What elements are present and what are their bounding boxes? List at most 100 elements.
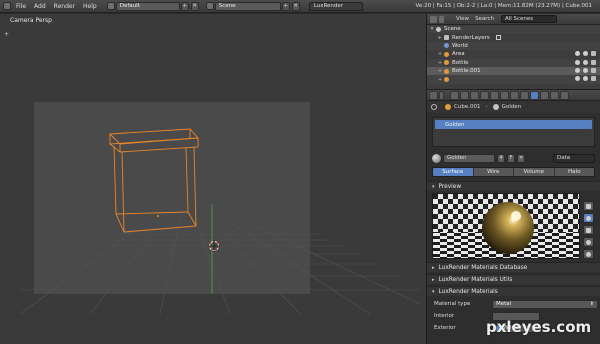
scene-stats: Ve:20 | Fa:15 | Ob:2-2 | La:0 | Mem:11.8… [415,3,592,9]
exterior-label: Exterior [434,325,456,331]
tab-wire[interactable]: Wire [473,168,514,176]
scene-icon[interactable] [205,2,214,10]
outliner-row-partial[interactable]: + [427,75,600,84]
materials-panel-header[interactable]: ▾ LuxRender Materials [427,286,600,296]
preview-panel-title: Preview [438,183,462,190]
preview-cube-icon[interactable] [583,225,594,235]
scene-field[interactable]: Scene [214,1,281,11]
expand-toggle-icon[interactable]: ▾ [429,26,435,32]
menu-render[interactable]: Render [50,3,79,10]
expand-arrow-icon: ▸ [432,264,435,271]
outliner-editor-type-icon[interactable] [430,15,437,23]
outliner-label: World [452,42,468,49]
outliner-row-world[interactable]: World [427,41,600,51]
tab-world-icon[interactable] [480,90,489,100]
editor-type-icon[interactable] [3,2,11,10]
outliner-label: Bottle [452,59,469,66]
visibility-toggles[interactable] [575,67,596,73]
cursor-icon [583,51,588,57]
world-icon [444,43,449,49]
breadcrumb-object: Cube.001 [454,104,481,110]
tab-halo[interactable]: Halo [554,168,594,176]
tab-material-icon[interactable] [530,90,539,100]
menu-help[interactable]: Help [79,3,101,10]
database-panel-header[interactable]: ▸ LuxRender Materials Database [427,262,600,272]
pxleyes-watermark: pxleyes.com [486,318,592,336]
outliner-label: RenderLayers [452,34,490,41]
outliner-list[interactable]: ▾ Scene ▸ RenderLayers World + Area + Bo… [427,25,600,89]
toolshelf-toggle-icon[interactable]: + [4,31,9,38]
eye-icon [575,76,580,82]
tab-render-icon[interactable] [450,90,459,100]
outliner-row-area[interactable]: + Area [427,50,600,58]
tab-object-icon[interactable] [490,90,499,100]
material-type-select[interactable]: Metal ⬍ [492,299,598,309]
3d-viewport[interactable]: Camera Persp + [0,14,426,344]
mesh-object-icon [444,60,449,66]
expand-toggle-icon[interactable]: + [437,68,443,74]
tab-constraints-icon[interactable] [500,90,509,100]
collapse-arrow-icon: ▾ [432,183,435,190]
material-slot-list[interactable]: Golden [432,117,595,147]
unlink-material-button[interactable]: ✕ [517,153,525,163]
visibility-toggles[interactable] [575,59,596,65]
visibility-toggles[interactable] [575,51,596,57]
pin-icon[interactable] [431,104,437,110]
preview-monkey-icon[interactable] [583,237,594,247]
material-browse-icon[interactable] [432,153,441,163]
dropdown-arrows-icon: ⬍ [589,301,594,307]
tab-render-layers-icon[interactable] [460,90,469,100]
delete-screen-button[interactable]: ✕ [190,1,199,11]
expand-toggle-icon[interactable]: + [437,77,443,83]
tab-surface[interactable]: Surface [433,168,474,176]
visibility-toggles[interactable] [575,76,596,82]
outliner-row-renderlayers[interactable]: ▸ RenderLayers [427,33,600,41]
screen-layout-icon[interactable] [106,2,115,10]
tab-physics-icon[interactable] [560,90,569,100]
preview-sphere-icon[interactable] [583,213,594,223]
outliner-menu-toggle-icon[interactable] [439,15,444,23]
tab-modifiers-icon[interactable] [510,90,519,100]
interior-label: Interior [434,313,455,319]
expand-toggle-icon[interactable]: ▸ [437,35,443,41]
material-type-value: Metal [496,301,512,307]
preview-flat-icon[interactable] [583,201,594,211]
breadcrumb-material: Golden [501,104,522,110]
render-engine-select[interactable]: LuxRender [308,1,363,11]
expand-arrow-icon: ▸ [432,276,435,283]
material-preview-image [432,193,580,259]
add-screen-button[interactable]: + [180,1,189,11]
add-scene-button[interactable]: + [281,1,290,11]
delete-scene-button[interactable]: ✕ [291,1,300,11]
tab-scene-icon[interactable] [470,90,479,100]
outliner-row-scene[interactable]: ▾ Scene [427,25,600,34]
fake-user-button[interactable]: F [507,153,515,163]
utils-panel-header[interactable]: ▸ LuxRender Materials Utils [427,274,600,284]
outliner-display-filter[interactable]: All Scenes [500,15,557,23]
screen-layout-field[interactable]: Default [115,1,180,11]
menu-add[interactable]: Add [30,3,50,10]
utils-panel-title: LuxRender Materials Utils [438,276,513,283]
tab-particles-icon[interactable] [550,90,559,100]
outliner-menu-view[interactable]: View [456,16,469,22]
preview-hair-icon[interactable] [583,249,594,259]
outliner-row-bottle-001[interactable]: + Bottle.001 [427,66,600,76]
preview-panel-header[interactable]: ▾ Preview [427,181,600,191]
material-users-count[interactable]: 4 [497,153,505,163]
mesh-object-icon [444,77,449,83]
tab-volume[interactable]: Volume [514,168,555,176]
tab-data-icon[interactable] [520,90,529,100]
preview-type-buttons [583,201,594,259]
properties-editor-type-icon[interactable] [429,90,438,100]
material-type-label: Material type [434,301,471,307]
menu-file[interactable]: File [12,3,30,10]
outliner-row-bottle[interactable]: + Bottle [427,58,600,67]
expand-toggle-icon[interactable]: + [437,60,443,66]
properties-menu-toggle-icon[interactable] [439,90,444,100]
material-name-field[interactable]: Golden [443,153,495,163]
material-link-select[interactable]: Data [553,153,595,163]
tab-texture-icon[interactable] [540,90,549,100]
expand-toggle-icon[interactable]: + [437,51,443,57]
outliner-menu-search[interactable]: Search [475,16,494,22]
material-slot-item[interactable]: Golden [435,120,592,129]
